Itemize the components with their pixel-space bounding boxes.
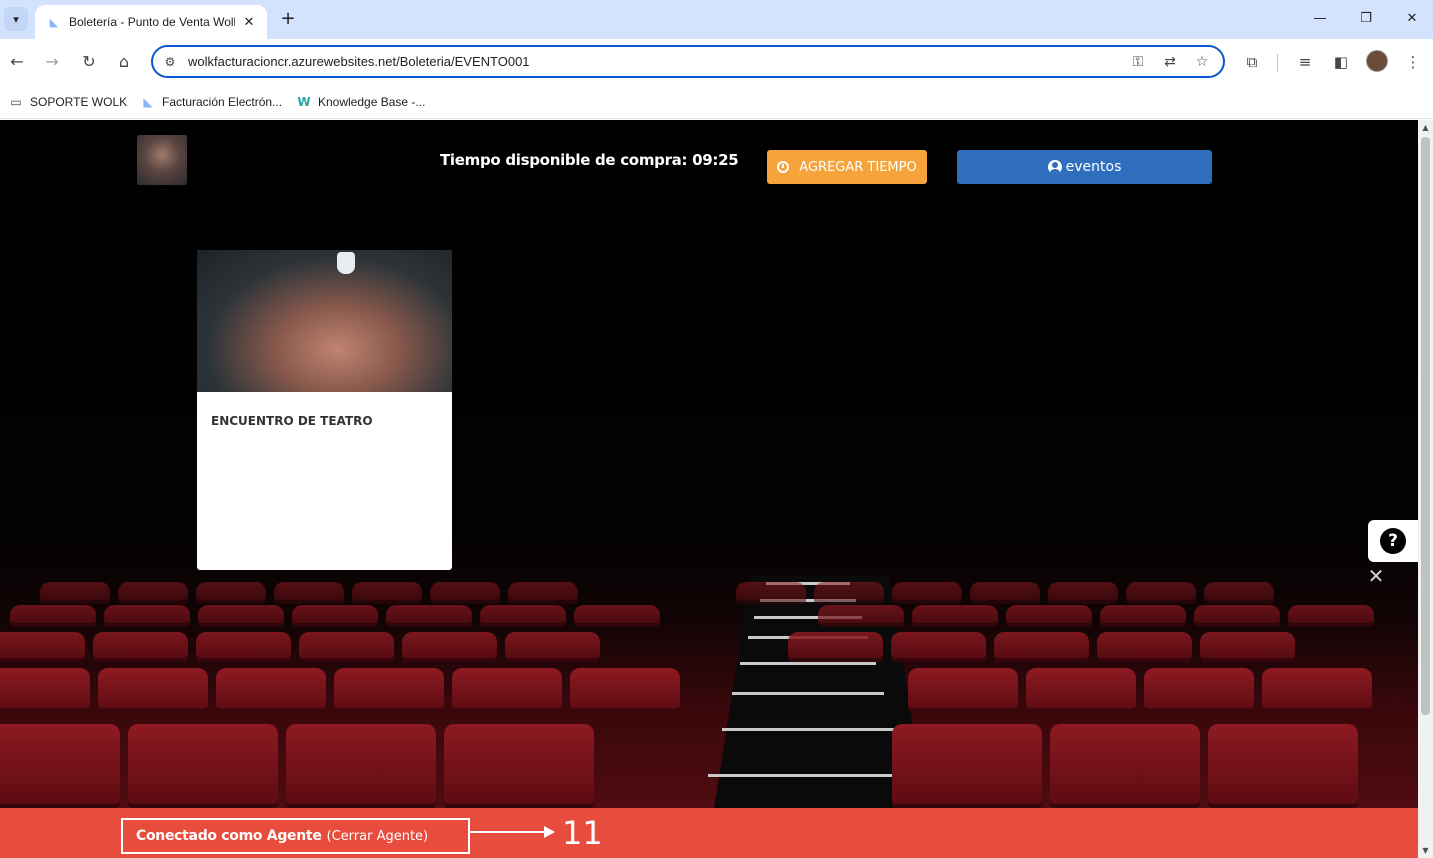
user-circle-icon [1047, 160, 1062, 174]
timer-value: 09:25 [692, 151, 739, 169]
password-key-icon[interactable]: ⚿ [1127, 52, 1149, 72]
help-button[interactable]: ? [1368, 520, 1418, 562]
events-label: eventos [1065, 159, 1122, 175]
seat-row [0, 668, 1372, 712]
logout-agent-link[interactable]: (Cerrar Agente) [327, 829, 429, 844]
minimize-window-button[interactable]: — [1308, 8, 1332, 30]
close-window-button[interactable]: ✕ [1400, 8, 1424, 30]
bookmarks-bar: ▭ SOPORTE WOLK ◣ Facturación Electrón...… [0, 85, 1433, 119]
annotation-step-number: 11 [562, 814, 603, 852]
bookmark-label: SOPORTE WOLK [30, 95, 128, 109]
browser-tabstrip: ▾ ◣ Boletería - Punto de Venta Wolk ✕ + … [0, 0, 1433, 39]
lamp-decoration [337, 252, 355, 274]
seat-row [10, 605, 1374, 627]
scroll-thumb[interactable] [1421, 137, 1430, 715]
event-title[interactable]: ENCUENTRO DE TEATRO [211, 414, 373, 428]
browser-tab-active[interactable]: ◣ Boletería - Punto de Venta Wolk ✕ [35, 5, 267, 39]
favicon-icon: ◣ [143, 95, 153, 109]
wolk-favicon-icon: ◣ [49, 15, 59, 29]
folder-icon: ▭ [10, 95, 22, 109]
page-scrollbar[interactable]: ▲ ▼ [1418, 120, 1433, 858]
agent-connected-label: Conectado como Agente [136, 828, 322, 844]
timer-label: Tiempo disponible de compra: [440, 151, 688, 169]
event-card[interactable]: ENCUENTRO DE TEATRO [197, 250, 452, 570]
agent-status-bar: Conectado como Agente (Cerrar Agente) 11 [0, 808, 1418, 858]
forward-arrow-icon[interactable]: → [39, 49, 65, 75]
site-settings-icon[interactable]: ⚙ [161, 53, 179, 71]
page-viewport: Tiempo disponible de compra: 09:25 AGREG… [0, 120, 1418, 858]
agent-status-box: Conectado como Agente (Cerrar Agente) [121, 818, 470, 854]
add-time-button[interactable]: AGREGAR TIEMPO [767, 150, 927, 184]
tab-search-chevron-icon[interactable]: ▾ [4, 7, 28, 31]
toolbar-divider [1277, 54, 1278, 72]
new-tab-button[interactable]: + [278, 9, 298, 29]
browser-menu-icon[interactable]: ⋮ [1401, 50, 1425, 74]
extensions-puzzle-icon[interactable]: ⧉ [1240, 50, 1264, 74]
seat-row [40, 582, 1274, 604]
events-button[interactable]: eventos [957, 150, 1212, 184]
annotation-arrow [470, 831, 546, 833]
home-icon[interactable]: ⌂ [111, 49, 137, 75]
side-panel-icon[interactable]: ◧ [1329, 50, 1353, 74]
bookmark-label: Facturación Electrón... [162, 95, 283, 109]
question-mark-icon: ? [1380, 528, 1406, 554]
profile-avatar[interactable] [1366, 50, 1388, 72]
site-logo[interactable] [137, 135, 187, 185]
aisle-step [740, 662, 876, 665]
address-bar-url[interactable]: wolkfacturacioncr.azurewebsites.net/Bole… [188, 54, 530, 69]
bookmark-star-icon[interactable]: ☆ [1191, 52, 1213, 72]
media-queue-icon[interactable]: ≡ [1293, 50, 1317, 74]
purchase-timer: Tiempo disponible de compra: 09:25 [440, 151, 739, 169]
scroll-up-arrow-icon[interactable]: ▲ [1418, 120, 1433, 135]
browser-toolbar: ← → ↻ ⌂ ⚙ wolkfacturacioncr.azurewebsite… [0, 39, 1433, 85]
add-time-label: AGREGAR TIEMPO [799, 159, 917, 175]
help-close-icon[interactable]: ✕ [1366, 566, 1386, 586]
tab-close-icon[interactable]: ✕ [241, 15, 257, 30]
tab-title: Boletería - Punto de Venta Wolk [69, 15, 235, 29]
bookmark-label: Knowledge Base -... [318, 95, 426, 109]
bookmark-soporte-wolk[interactable]: ▭ SOPORTE WOLK [8, 92, 127, 112]
wolk-logo-icon: W [297, 95, 311, 109]
seat-row [0, 724, 1358, 808]
address-bar[interactable]: ⚙ wolkfacturacioncr.azurewebsites.net/Bo… [151, 45, 1225, 78]
scroll-down-arrow-icon[interactable]: ▼ [1418, 843, 1433, 858]
reload-icon[interactable]: ↻ [76, 49, 102, 75]
clock-icon [777, 161, 790, 173]
bookmark-knowledge-base[interactable]: W Knowledge Base -... [296, 92, 425, 112]
restore-window-button[interactable]: ❐ [1354, 8, 1378, 30]
bookmark-facturacion[interactable]: ◣ Facturación Electrón... [140, 92, 282, 112]
back-arrow-icon[interactable]: ← [4, 49, 30, 75]
translate-icon[interactable]: ⇄ [1159, 52, 1181, 72]
annotation-arrow-head [544, 826, 555, 838]
event-image-tickets[interactable] [197, 250, 452, 392]
seat-row [0, 632, 1295, 662]
